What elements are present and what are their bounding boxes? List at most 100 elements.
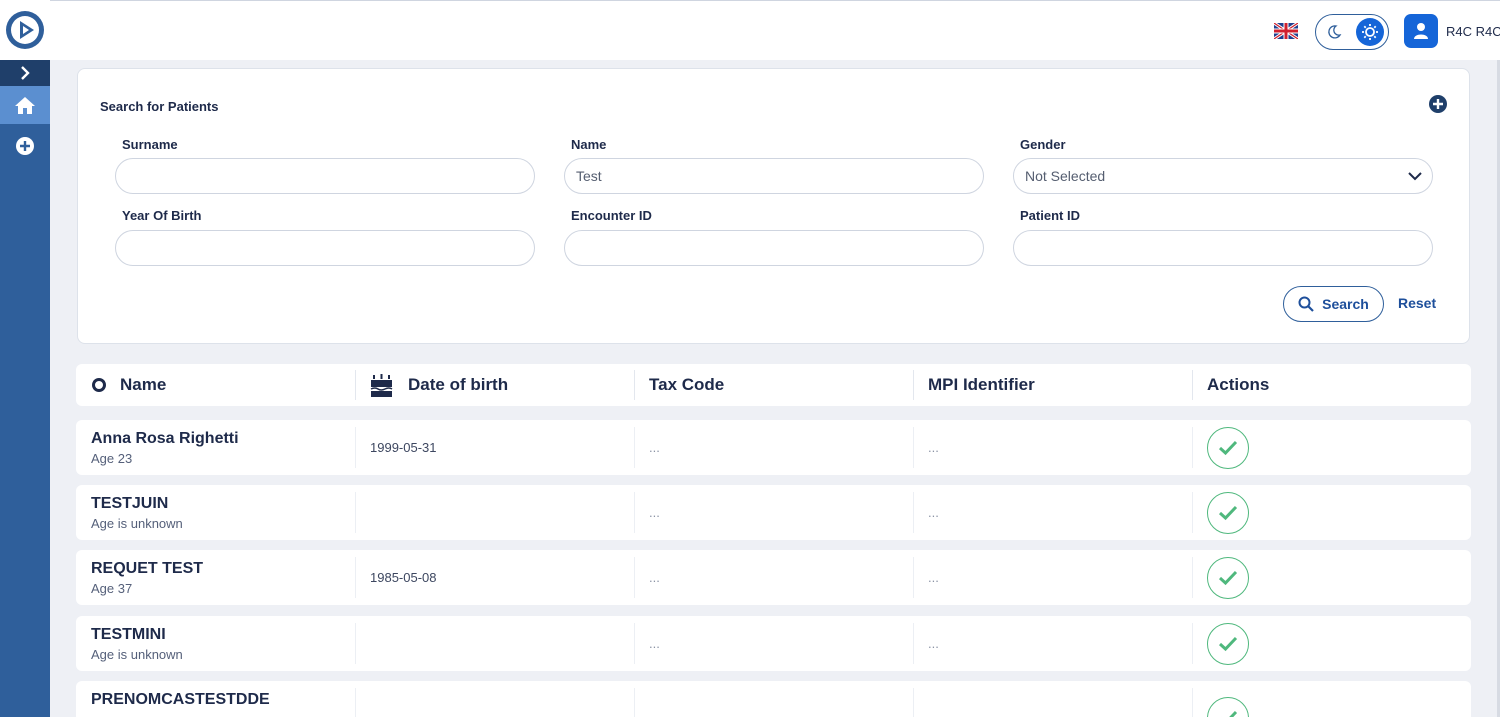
cell-divider [1192, 688, 1193, 717]
table-row[interactable]: PRENOMCASTESTDDE [76, 681, 1471, 717]
chevron-down-icon [1408, 171, 1422, 180]
name-input[interactable] [564, 158, 984, 194]
cell-divider [355, 427, 356, 468]
patient-mpi: ... [928, 570, 939, 585]
check-icon [1218, 505, 1238, 521]
patient-name: REQUET TEST [91, 560, 204, 577]
search-button-label: Search [1322, 296, 1369, 312]
patient-id-input[interactable] [1013, 230, 1433, 266]
patient-mpi: ... [928, 636, 939, 651]
surname-input[interactable] [115, 158, 535, 194]
patient-age: Age is unknown [91, 647, 183, 662]
cell-divider [1192, 557, 1193, 598]
select-patient-button[interactable] [1207, 492, 1249, 534]
encounter-id-input[interactable] [564, 230, 984, 266]
patient-age: Age 37 [91, 581, 133, 596]
cell-divider [634, 688, 635, 717]
check-icon [1218, 636, 1238, 652]
chevron-right-icon [21, 66, 30, 80]
year-of-birth-label: Year Of Birth [122, 208, 202, 223]
column-divider [1192, 370, 1193, 400]
user-name[interactable]: R4C R4C [1446, 24, 1500, 39]
logo-icon [6, 11, 44, 49]
home-icon [15, 96, 35, 114]
search-icon [1298, 296, 1314, 312]
cell-divider [913, 557, 914, 598]
cell-divider [913, 427, 914, 468]
app-logo[interactable] [0, 0, 50, 60]
table-row[interactable]: TESTMINI Age is unknown ... ... [76, 616, 1471, 671]
sidebar-item-add[interactable] [0, 124, 50, 168]
column-dob-label: Date of birth [408, 375, 509, 394]
cell-divider [1192, 427, 1193, 468]
cell-divider [1192, 492, 1193, 533]
cell-divider [634, 623, 635, 664]
patient-tax-code: ... [649, 440, 660, 455]
birthday-cake-icon [370, 374, 393, 397]
patient-mpi: ... [928, 505, 939, 520]
patient-tax-code: ... [649, 636, 660, 651]
column-divider [634, 370, 635, 400]
table-row[interactable]: Anna Rosa Righetti Age 23 1999-05-31 ...… [76, 420, 1471, 475]
top-bar: R4C R4C [50, 0, 1500, 60]
cell-divider [355, 623, 356, 664]
user-icon [1414, 23, 1428, 39]
moon-icon [1328, 25, 1342, 39]
cell-divider [355, 688, 356, 717]
sidebar-expand-button[interactable] [0, 60, 50, 86]
uk-flag-icon[interactable] [1274, 23, 1298, 39]
surname-label: Surname [122, 137, 178, 152]
year-of-birth-input[interactable] [115, 230, 535, 266]
select-patient-button[interactable] [1207, 697, 1249, 717]
cell-divider [634, 427, 635, 468]
search-title: Search for Patients [100, 99, 219, 114]
patient-id-label: Patient ID [1020, 208, 1080, 223]
sidebar-item-home[interactable] [0, 86, 50, 124]
patient-name: TESTJUIN [91, 495, 169, 512]
add-patient-icon[interactable] [1428, 94, 1448, 114]
cell-divider [355, 492, 356, 533]
select-patient-button[interactable] [1207, 557, 1249, 599]
cell-divider [355, 557, 356, 598]
patient-mpi: ... [928, 440, 939, 455]
search-patients-card: Search for Patients Surname Name Gender … [77, 68, 1470, 344]
patients-table-header: Name Date of birth Tax Code MPI Identifi… [76, 364, 1471, 406]
patient-age: Age is unknown [91, 516, 183, 531]
patient-name: PRENOMCASTESTDDE [91, 691, 270, 708]
theme-toggle[interactable] [1315, 14, 1389, 50]
column-mpi[interactable]: MPI Identifier [928, 364, 1035, 406]
user-avatar[interactable] [1404, 14, 1438, 48]
column-name-label: Name [120, 375, 167, 394]
column-actions: Actions [1207, 375, 1270, 394]
sort-circle-icon [92, 378, 106, 392]
check-icon [1218, 570, 1238, 586]
add-circle-icon [16, 137, 34, 155]
gender-select[interactable]: Not Selected [1013, 158, 1433, 194]
reset-button[interactable]: Reset [1398, 295, 1436, 311]
table-row[interactable]: TESTJUIN Age is unknown ... ... [76, 485, 1471, 540]
patient-tax-code: ... [649, 570, 660, 585]
name-label: Name [571, 137, 607, 152]
column-name[interactable]: Name [91, 364, 166, 406]
column-dob[interactable]: Date of birth [369, 364, 508, 406]
cell-divider [913, 623, 914, 664]
cell-divider [634, 492, 635, 533]
select-patient-button[interactable] [1207, 623, 1249, 665]
sun-icon [1356, 18, 1384, 46]
column-divider [913, 370, 914, 400]
patient-name: TESTMINI [91, 626, 166, 643]
patient-age: Age 23 [91, 451, 133, 466]
encounter-id-label: Encounter ID [571, 208, 652, 223]
cell-divider [913, 688, 914, 717]
check-icon [1220, 710, 1238, 717]
cell-divider [913, 492, 914, 533]
column-divider [355, 370, 356, 400]
sidebar [0, 0, 50, 717]
patient-dob: 1999-05-31 [370, 440, 437, 455]
gender-label: Gender [1020, 137, 1066, 152]
search-button[interactable]: Search [1283, 286, 1384, 322]
select-patient-button[interactable] [1207, 427, 1249, 469]
column-tax[interactable]: Tax Code [649, 364, 724, 406]
table-row[interactable]: REQUET TEST Age 37 1985-05-08 ... ... [76, 550, 1471, 605]
check-icon [1218, 440, 1238, 456]
